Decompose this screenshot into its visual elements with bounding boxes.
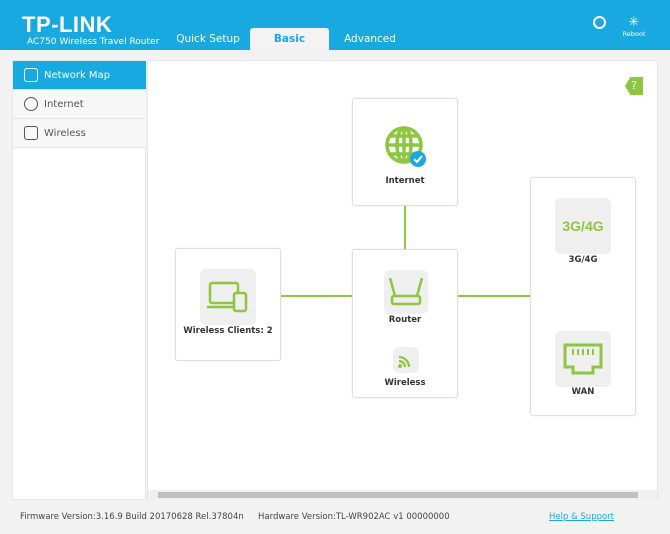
internet-label: Internet <box>385 176 425 186</box>
wireless-clients-node[interactable]: Wireless Clients: 2 <box>175 248 281 361</box>
sidebar-item-internet[interactable]: Internet <box>13 90 146 119</box>
wan-label: WAN <box>571 387 595 397</box>
mobile-3g4g-icon[interactable]: 3G/4G <box>555 198 611 254</box>
tab-quick-setup[interactable]: Quick Setup <box>170 28 246 50</box>
router-node[interactable]: Router Wireless <box>352 249 458 398</box>
help-support-link[interactable]: Help & Support <box>549 512 614 522</box>
globe-icon <box>385 126 426 167</box>
logout-icon[interactable] <box>593 16 606 29</box>
router-icon <box>384 270 428 314</box>
wireless-clients-label: Wireless Clients: 2 <box>183 326 273 336</box>
devices-icon <box>200 269 256 325</box>
reboot-icon: ✳ <box>628 15 640 30</box>
wireless-icon[interactable] <box>393 347 419 373</box>
scrollbar-thumb[interactable] <box>158 492 638 498</box>
reboot-label: Reboot <box>622 30 646 38</box>
sidebar-item-label: Internet <box>44 99 84 110</box>
internet-node[interactable]: Internet <box>352 98 458 206</box>
sidebar: Network Map Internet Wireless <box>12 60 146 500</box>
firmware-version: Firmware Version:3.16.9 Build 20170628 R… <box>20 512 244 522</box>
network-map-icon <box>24 68 38 82</box>
ethernet-port-icon[interactable] <box>555 331 611 387</box>
model-name: AC750 Wireless Travel Router <box>27 37 160 47</box>
sidebar-item-network-map[interactable]: Network Map <box>13 61 146 90</box>
router-label: Router <box>388 315 422 325</box>
wireless-label: Wireless <box>384 378 426 388</box>
tab-basic[interactable]: Basic <box>250 28 329 50</box>
link-line <box>458 295 530 297</box>
wireless-icon <box>24 126 38 140</box>
sidebar-item-wireless[interactable]: Wireless <box>13 119 146 148</box>
wan-panel: 3G/4G 3G/4G WAN <box>530 177 636 416</box>
header: TP-LINK AC750 Wireless Travel Router Qui… <box>0 0 670 50</box>
hardware-version: Hardware Version:TL-WR902AC v1 00000000 <box>258 512 450 522</box>
brand-logo: TP-LINK <box>22 12 113 37</box>
globe-icon <box>24 97 38 111</box>
link-line <box>281 295 352 297</box>
reboot-button[interactable]: ✳ Reboot <box>620 15 648 39</box>
sidebar-item-label: Wireless <box>44 128 86 139</box>
mobile-label: 3G/4G <box>568 255 598 265</box>
sidebar-item-label: Network Map <box>44 70 111 81</box>
link-line <box>404 206 406 249</box>
tab-advanced[interactable]: Advanced <box>336 28 404 50</box>
horizontal-scrollbar[interactable] <box>148 490 657 500</box>
